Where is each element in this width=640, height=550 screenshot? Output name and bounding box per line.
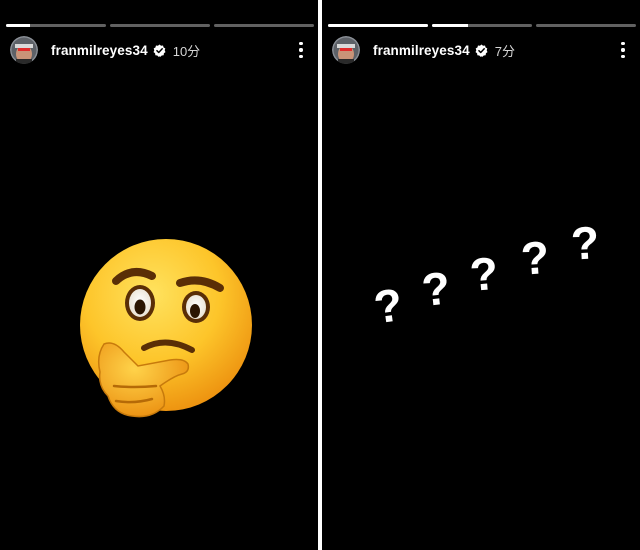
question-mark: ? bbox=[570, 216, 601, 269]
more-options-icon[interactable] bbox=[294, 40, 308, 60]
question-mark: ? bbox=[371, 278, 406, 333]
progress-segment bbox=[214, 24, 314, 27]
progress-segment bbox=[6, 24, 106, 27]
question-mark: ? bbox=[419, 261, 452, 316]
question-mark: ? bbox=[468, 247, 501, 301]
question-mark: ? bbox=[519, 231, 551, 285]
thinking-face-emoji bbox=[80, 239, 252, 418]
post-time: 10分 bbox=[172, 43, 201, 59]
story-panel-left[interactable]: franmilreyes34 10分 bbox=[0, 0, 318, 550]
progress-segment bbox=[110, 24, 210, 27]
avatar[interactable] bbox=[10, 36, 38, 64]
story-panel-right[interactable]: franmilreyes34 7分 ? ? ? ? ? bbox=[322, 0, 640, 550]
verified-badge-icon bbox=[153, 44, 166, 57]
story-header: franmilreyes34 10分 bbox=[10, 36, 308, 64]
story-progress-bar bbox=[6, 24, 314, 27]
question-marks-sticker: ? ? ? ? ? bbox=[371, 216, 601, 333]
username[interactable]: franmilreyes34 bbox=[51, 43, 148, 58]
